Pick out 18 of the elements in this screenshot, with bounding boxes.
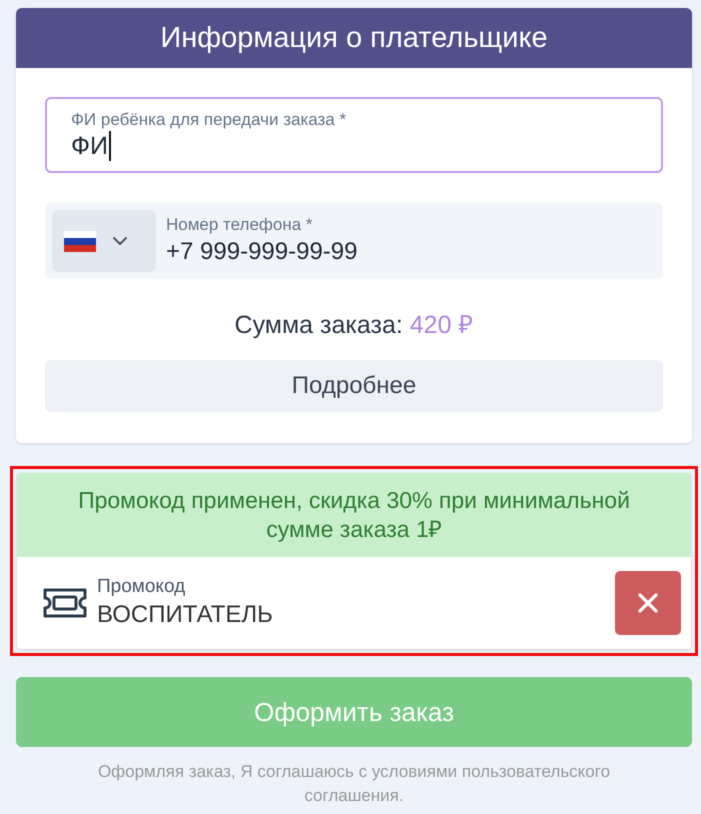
details-button[interactable]: Подробнее (45, 360, 663, 412)
promo-label: Промокод (97, 575, 186, 599)
promo-message: Промокод применен, скидка 30% при минимальной сумме заказа 1₽ (77, 486, 631, 544)
input-value: ФИ (71, 131, 108, 161)
field-label: Номер телефона * (166, 214, 313, 236)
flag-icon (64, 230, 96, 252)
field-label: ФИ ребёнка для передачи заказа * (71, 109, 346, 131)
card-title: Информация о плательщике (160, 21, 548, 56)
agreement-text: Оформляя заказ, Я соглашаюсь с условиями пользовательского соглашения. (96, 761, 612, 807)
input-value: +7 999-999-99-99 (166, 237, 358, 267)
name-input-field[interactable]: ФИ ребёнка для передачи заказа * ФИ (45, 97, 663, 173)
country-selector[interactable] (52, 210, 156, 272)
phone-input-field[interactable]: Номер телефона * +7 999-999-99-99 (45, 203, 663, 279)
ticket-icon (42, 587, 88, 619)
remove-promo-button[interactable] (615, 571, 681, 635)
text-cursor (108, 131, 111, 161)
promo-code-value: ВОСПИТАТЕЛЬ (97, 600, 273, 630)
order-sum: Сумма заказа: 420 ₽ (234, 310, 474, 341)
